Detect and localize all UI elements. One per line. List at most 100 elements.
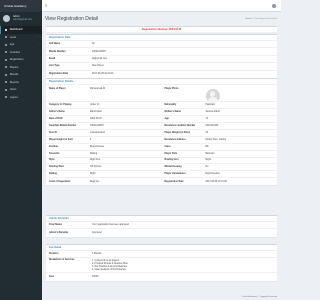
sidebar-menu: Dashboard Level ‹ Age ‹ Coaches ‹ Registrat… xyxy=(0,26,42,101)
field-label: Player Photo xyxy=(164,87,179,90)
registration-data-panel: Registration Data Full Name Ali Mobile Nu… xyxy=(46,34,277,78)
field-value: 2017-06-08 10:21:00 xyxy=(205,180,227,183)
field-value: Beginner xyxy=(90,180,100,183)
field-value: 2017-06-08 10:21:00 xyxy=(92,73,114,76)
sidebar-item-results[interactable]: Results ‹ xyxy=(0,71,42,79)
chevron-left-icon: ‹ xyxy=(38,73,39,76)
registration-icon xyxy=(5,58,8,61)
field-label: Admin's Remarks xyxy=(49,232,69,235)
sidebar-item-reports[interactable]: Reports ‹ xyxy=(0,79,42,87)
coaches-icon xyxy=(5,51,8,54)
dashboard-icon xyxy=(5,28,8,31)
field-label: Breakdown of Services xyxy=(49,259,75,262)
field-label: Favourite xyxy=(49,152,60,155)
chevron-left-icon: ‹ xyxy=(38,81,39,84)
users-icon xyxy=(5,88,8,91)
breadcrumb-home[interactable]: Home xyxy=(245,18,251,20)
level-icon xyxy=(5,36,8,39)
field-value: ali@gmail.com xyxy=(92,57,108,60)
sidebar-item-dashboard[interactable]: Dashboard xyxy=(0,26,42,34)
field-label: Style xyxy=(49,159,55,162)
chevron-left-icon: ‹ xyxy=(38,43,39,46)
field-label: Residence Landline Number xyxy=(164,124,196,127)
sidebar-item-registration[interactable]: Registration ‹ xyxy=(0,56,42,64)
field-label: Level of Experience xyxy=(49,180,71,183)
field-label: Guardian Mobile Number xyxy=(49,124,77,127)
field-label: Date of Birth xyxy=(49,117,63,120)
field-value: Right xyxy=(90,173,96,176)
field-value: Under 14 xyxy=(90,103,100,106)
field-value: Pakistani xyxy=(205,103,215,106)
reports-icon xyxy=(5,81,8,84)
user-menu-icon[interactable] xyxy=(272,3,276,8)
field-value: Off Spinner xyxy=(90,166,102,169)
chevron-left-icon: ‹ xyxy=(38,51,39,54)
field-label: Duration xyxy=(49,253,59,256)
field-label: Player Handedness xyxy=(164,173,186,176)
field-value: 3 Months xyxy=(92,253,102,256)
navbar: ≡ xyxy=(42,0,281,12)
field-value: 03001234567 xyxy=(92,50,107,53)
field-value: Batting xyxy=(90,152,98,155)
field-label: Mobile Number xyxy=(49,50,66,53)
hamburger-menu-icon[interactable]: ≡ xyxy=(45,3,47,8)
field-value: Model Town, Lahore xyxy=(205,138,227,141)
field-label: Class xyxy=(164,145,171,148)
services-list: 1. Cricket Kit for all players 2. Physic… xyxy=(78,259,277,271)
field-value: cricketpost123 xyxy=(90,131,105,134)
logout-icon xyxy=(5,96,8,99)
sidebar-item-players[interactable]: Players ‹ xyxy=(0,64,42,72)
field-value: Right xyxy=(205,159,211,162)
breadcrumb-current: View Registration Detail xyxy=(253,18,277,20)
field-label: Name of Player xyxy=(49,87,66,90)
field-value: 5 xyxy=(90,138,92,141)
field-value: 0423123456 xyxy=(205,124,219,127)
field-value: Right Handed xyxy=(205,173,220,176)
field-label: Batting xyxy=(49,173,57,176)
field-label: Age xyxy=(164,117,169,120)
fee-detail-panel: Fee Detail Duration 3 Months Breakdown of… xyxy=(46,244,277,281)
user-email: admin@gmail.com xyxy=(13,18,33,21)
field-value: Right Arm xyxy=(90,159,101,162)
sidebar-item-coaches[interactable]: Coaches ‹ xyxy=(0,49,42,57)
sidebar-item-users[interactable]: Users ‹ xyxy=(0,86,42,94)
field-value: Samina Zahid xyxy=(205,110,220,113)
registration-number-banner: Registration Number: 0004/1718 xyxy=(46,26,277,32)
field-value: 15000 xyxy=(92,276,99,279)
field-label: Full Name xyxy=(49,43,60,46)
sidebar-item-age[interactable]: Age ‹ xyxy=(0,41,42,49)
field-value: Approved xyxy=(92,232,102,235)
footer: Cricket Academy © Copyright Reserved xyxy=(241,296,277,298)
sidebar-item-logout[interactable]: Logout xyxy=(0,94,42,102)
field-value: Muhammad Ali xyxy=(90,87,106,90)
field-label: Fees xyxy=(49,276,55,279)
field-label: Join Type xyxy=(49,65,60,68)
brand-logo[interactable]: Cricket Academy xyxy=(0,0,42,12)
field-value: Batsman xyxy=(205,152,215,155)
field-value: Ali xyxy=(92,43,95,46)
field-label: Category for Playing xyxy=(49,103,72,106)
player-photo xyxy=(205,88,220,103)
results-icon xyxy=(5,73,8,76)
chevron-left-icon: ‹ xyxy=(38,88,39,91)
page-title: View Registration Detail xyxy=(45,16,98,22)
field-label: Registration Date xyxy=(164,180,184,183)
user-panel: Admin admin@gmail.com xyxy=(0,12,42,25)
field-value: No xyxy=(205,166,209,169)
admin-remarks-panel: Admin Remarks Final Status Your registrat… xyxy=(46,215,277,237)
chevron-left-icon: ‹ xyxy=(38,66,39,69)
main-content: View Registration Detail Home > View Reg… xyxy=(42,12,281,300)
age-icon xyxy=(5,43,8,46)
field-value: Beaconhouse xyxy=(90,145,105,148)
sidebar-item-level[interactable]: Level ‹ xyxy=(0,34,42,42)
field-label: Post ID xyxy=(49,131,57,134)
players-icon xyxy=(5,66,8,69)
field-value: 8th xyxy=(205,145,209,148)
field-label: Email xyxy=(49,57,56,60)
sidebar: Admin admin@gmail.com Dashboard Level ‹ A… xyxy=(0,12,42,300)
field-value: 2004-06-05 xyxy=(90,117,102,120)
service-item: 4. Video Analysis of Performance xyxy=(92,268,126,271)
field-label: Final Status xyxy=(49,224,63,227)
field-value: 45 xyxy=(205,131,209,134)
field-label: Player Role xyxy=(164,152,178,155)
